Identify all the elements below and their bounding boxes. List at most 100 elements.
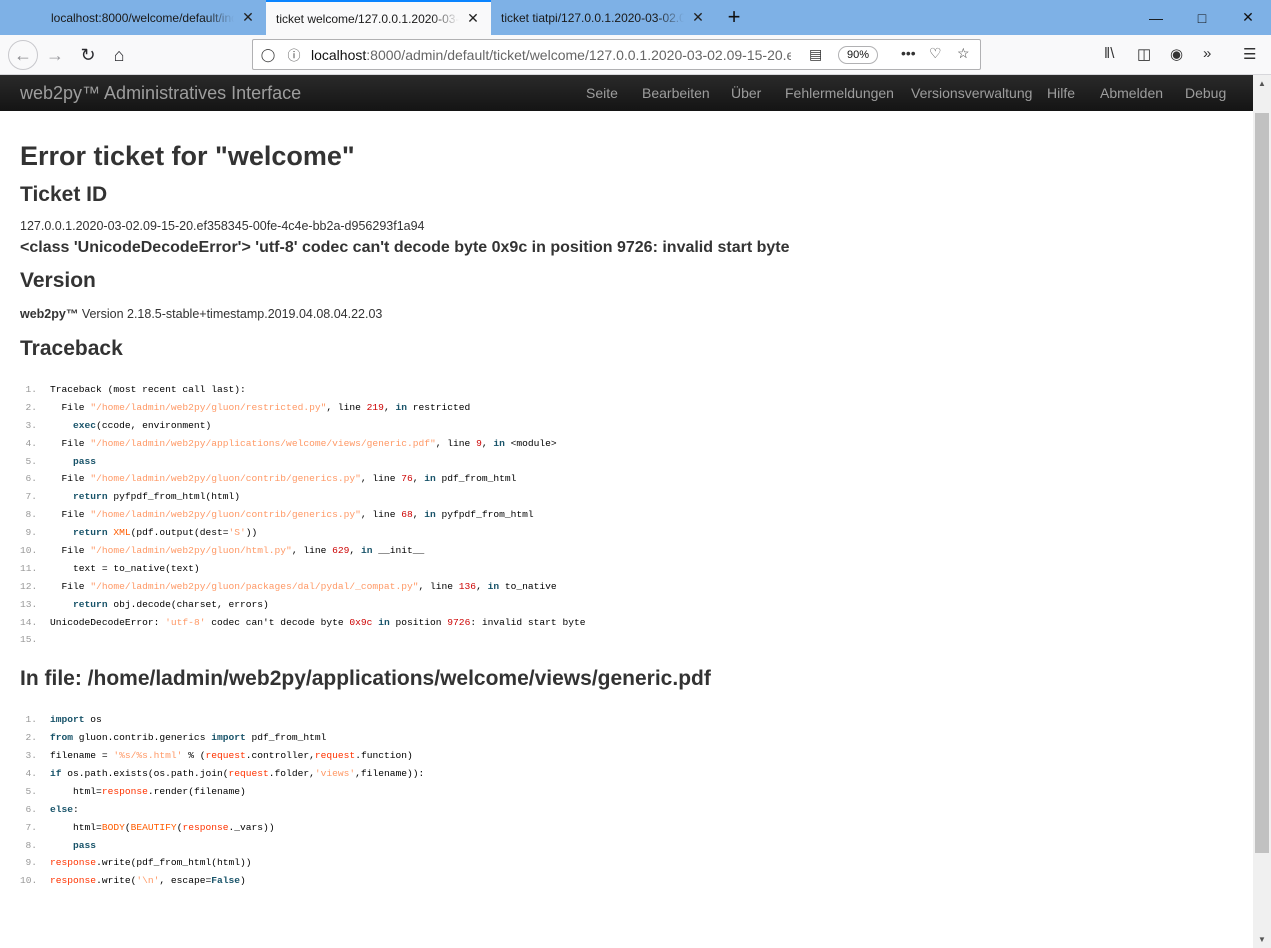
code-token: 629	[332, 545, 350, 557]
code-token: return	[73, 491, 108, 503]
back-arrow-icon[interactable]: ←	[8, 40, 38, 70]
line-number: 2.	[25, 401, 37, 413]
browser-tab-3[interactable]: ticket tiatpi/127.0.0.1.2020-03-02.09-15…	[491, 0, 716, 35]
home-icon[interactable]: ⌂	[104, 40, 134, 70]
menu-item-abmelden[interactable]: Abmelden	[1100, 85, 1163, 101]
code-line: 1. Traceback (most recent call last):	[20, 381, 1230, 399]
code-line: 14. UnicodeDecodeError: 'utf-8' codec can…	[20, 614, 1230, 632]
code-token: False	[211, 875, 241, 887]
menu-item-versionsverwaltung[interactable]: Versionsverwaltung	[911, 85, 1032, 101]
ticket-id-heading: Ticket ID	[20, 183, 108, 206]
reload-icon[interactable]: ↻	[73, 40, 103, 70]
code-token: "/home/ladmin/web2py/gluon/packages/dal/…	[90, 580, 419, 592]
hamburger-menu-icon[interactable]: ☰	[1243, 45, 1256, 63]
code-token: , line	[291, 545, 333, 557]
code-token: '\n'	[136, 875, 160, 887]
close-icon[interactable]: ✕	[690, 9, 706, 26]
line-number: 10.	[20, 545, 38, 557]
line-number: 9.	[25, 857, 37, 869]
code-token: pass	[73, 455, 97, 467]
code-token: in	[424, 473, 436, 485]
code-token: filename =	[50, 750, 114, 762]
line-text: File "/home/ladmin/web2py/gluon/contrib/…	[50, 470, 517, 488]
library-icon[interactable]: ‖\	[1104, 45, 1114, 62]
code-line: 4. if os.path.exists(os.path.join(request…	[20, 765, 1230, 783]
code-line: 9. return XML(pdf.output(dest='S'))	[20, 524, 1230, 542]
zoom-level-badge[interactable]: 90%	[838, 46, 879, 64]
brand-title[interactable]: web2py™ Administratives Interface	[20, 83, 301, 104]
line-text: exec(ccode, environment)	[50, 417, 211, 435]
url-host: localhost	[311, 46, 367, 63]
scroll-up-arrow-icon[interactable]: ▲	[1258, 79, 1266, 88]
line-number: 12.	[20, 580, 38, 592]
close-icon[interactable]: ✕	[240, 9, 256, 26]
code-token: codec can't decode byte	[205, 616, 350, 628]
code-token: 76	[401, 473, 413, 485]
code-token: html=	[50, 821, 102, 833]
line-text: pass	[50, 837, 96, 855]
menu-item-bearbeiten[interactable]: Bearbeiten	[642, 85, 710, 101]
line-number: 7.	[25, 821, 37, 833]
sidebar-icon[interactable]: ◫	[1137, 45, 1151, 63]
code-line: 6. File "/home/ladmin/web2py/gluon/contr…	[20, 470, 1230, 488]
code-token: 9726	[447, 616, 471, 628]
app-navbar: web2py™ Administratives Interface Seite …	[0, 75, 1253, 111]
page-title: Error ticket for "welcome"	[20, 141, 355, 171]
code-token: 68	[401, 509, 413, 521]
account-icon[interactable]: ◉	[1170, 45, 1183, 63]
ticket-id: 127.0.0.1.2020-03-02.09-15-20.ef358345-0…	[20, 219, 425, 233]
code-token: File	[50, 437, 91, 449]
scrollbar-thumb[interactable]	[1255, 113, 1269, 853]
url-text[interactable]: localhost:8000/admin/default/ticket/welc…	[311, 47, 791, 63]
line-text: response.write('\n', escape=False)	[50, 872, 246, 890]
menu-item-debug[interactable]: Debug	[1185, 85, 1226, 101]
menu-item-ueber[interactable]: Über	[731, 85, 761, 101]
code-token: )	[240, 875, 246, 887]
code-token: 219	[366, 401, 384, 413]
menu-item-fehlermeldungen[interactable]: Fehlermeldungen	[785, 85, 894, 101]
overflow-chevron-icon[interactable]: »	[1203, 45, 1211, 62]
in-file-heading: In file: /home/ladmin/web2py/application…	[20, 667, 711, 691]
new-tab-plus-icon[interactable]: +	[722, 4, 746, 30]
menu-item-seite[interactable]: Seite	[586, 85, 618, 101]
shield-icon[interactable]: ◯	[257, 47, 279, 63]
line-text: html=response.render(filename)	[50, 783, 246, 801]
info-icon[interactable]: ⓘ	[283, 45, 305, 64]
code-token: pdf_from_html	[245, 732, 327, 744]
code-token: position	[389, 616, 448, 628]
line-number: 6.	[25, 473, 37, 485]
line-text: from gluon.contrib.generics import pdf_f…	[50, 729, 326, 747]
tab-title: ticket welcome/127.0.0.1.2020-03-02.09-1…	[276, 11, 459, 26]
bookmark-star-icon[interactable]: ☆	[957, 45, 970, 62]
browser-tab-2[interactable]: ticket welcome/127.0.0.1.2020-03-02.09-1…	[266, 0, 491, 35]
page-scrollbar[interactable]: ▲ ▼	[1253, 75, 1271, 948]
code-token: return	[73, 598, 108, 610]
code-line: 8. File "/home/ladmin/web2py/gluon/contr…	[20, 506, 1230, 524]
line-number: 3.	[25, 750, 37, 762]
code-token: 'views'	[314, 768, 356, 780]
line-number: 3.	[25, 419, 37, 431]
url-bar[interactable]: ◯ ⓘ localhost:8000/admin/default/ticket/…	[252, 39, 981, 70]
scroll-down-arrow-icon[interactable]: ▼	[1258, 935, 1266, 944]
menu-item-hilfe[interactable]: Hilfe	[1047, 85, 1075, 101]
code-token: , line	[360, 473, 402, 485]
forward-arrow-icon[interactable]: →	[40, 40, 70, 70]
window-close-icon[interactable]: ✕	[1225, 0, 1271, 35]
minimize-icon[interactable]: —	[1133, 0, 1179, 35]
browser-tab-1[interactable]: localhost:8000/welcome/default/index ✕	[41, 0, 266, 35]
page-actions-menu-icon[interactable]: •••	[901, 45, 916, 61]
code-line: 7. html=BODY(BEAUTIFY(response._vars))	[20, 819, 1230, 837]
code-line: 13. return obj.decode(charset, errors)	[20, 596, 1230, 614]
code-token: "/home/ladmin/web2py/gluon/restricted.py…	[90, 401, 327, 413]
main-content: Error ticket for "welcome" Ticket ID 127…	[20, 139, 1230, 890]
close-icon[interactable]: ✕	[465, 10, 481, 27]
reader-view-icon[interactable]: ▤	[809, 46, 822, 63]
browser-toolbar: ← → ↻ ⌂ ◯ ⓘ localhost:8000/admin/default…	[0, 35, 1271, 75]
code-line: 10. File "/home/ladmin/web2py/gluon/html…	[20, 542, 1230, 560]
maximize-icon[interactable]: □	[1179, 0, 1225, 35]
code-token: File	[50, 401, 91, 413]
pocket-icon[interactable]: ♡	[929, 45, 942, 62]
